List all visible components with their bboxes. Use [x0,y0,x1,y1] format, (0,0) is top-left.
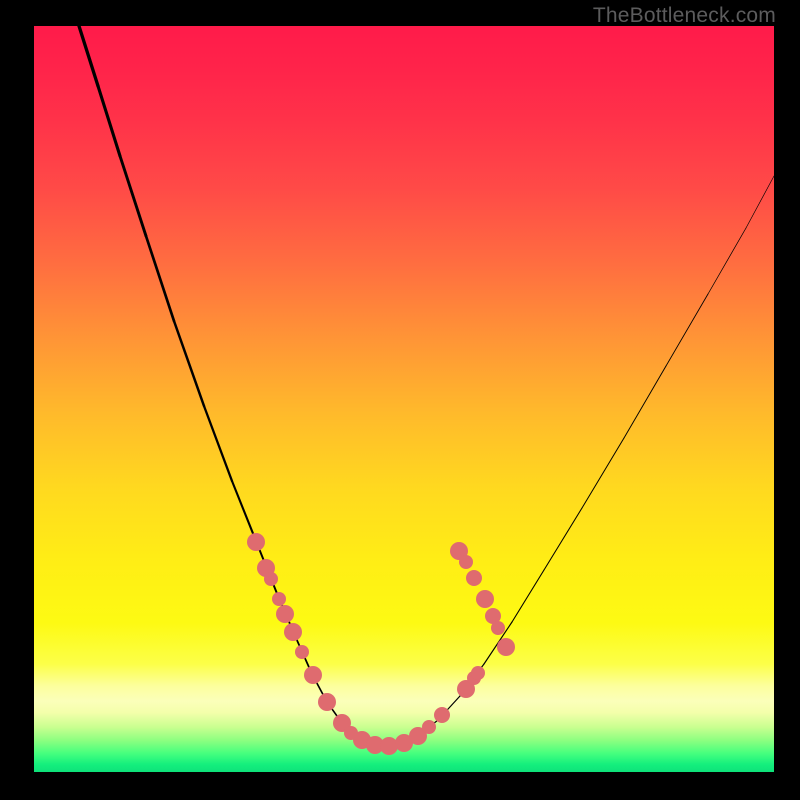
data-marker [272,592,286,606]
plot-area [34,26,774,772]
data-marker [284,623,302,641]
data-marker [264,572,278,586]
data-marker [497,638,515,656]
data-marker [459,555,473,569]
data-marker [434,707,450,723]
left-curve-segment [174,321,204,406]
curve-group [79,26,774,746]
curves-layer [34,26,774,772]
data-marker [304,666,322,684]
watermark-text: TheBottleneck.com [593,4,776,28]
data-marker [491,621,505,635]
data-marker [247,533,265,551]
data-marker [380,737,398,755]
data-marker [422,720,436,734]
left-curve-segment [204,406,232,481]
left-curve-segment [98,86,120,156]
right-curve-segment [544,508,582,570]
data-marker [318,693,336,711]
data-marker [466,570,482,586]
data-marker [276,605,294,623]
stage: TheBottleneck.com [0,0,800,800]
left-curve-segment [146,236,174,321]
right-curve-segment [708,228,746,294]
left-curve-segment [120,156,146,236]
right-curve-segment [512,570,544,622]
right-curve-segment [582,438,624,508]
left-curve-segment [79,26,98,86]
data-marker [471,666,485,680]
data-marker [476,590,494,608]
marker-group [247,533,515,755]
data-marker [295,645,309,659]
right-curve-segment [666,294,708,366]
right-curve-segment [746,176,774,228]
right-curve-segment [624,366,666,438]
